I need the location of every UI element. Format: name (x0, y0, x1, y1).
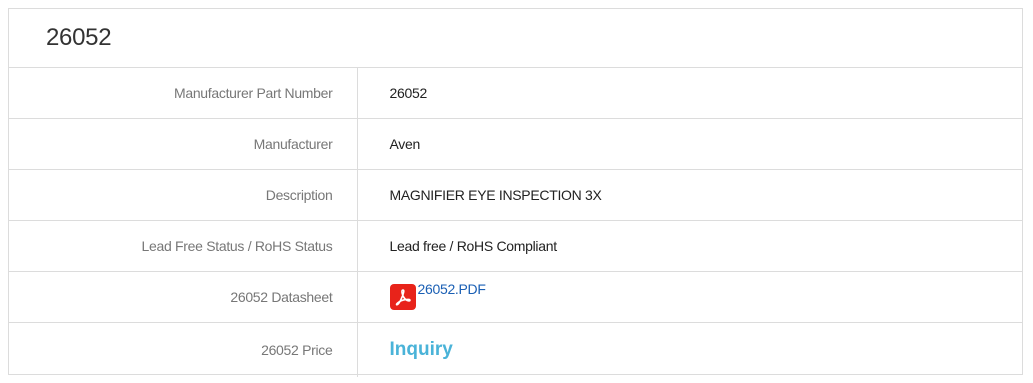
row-label-part-number: Manufacturer Part Number (9, 68, 358, 119)
table-row: Lead Free Status / RoHS Status Lead free… (9, 220, 1022, 272)
panel-header: 26052 (9, 9, 1022, 68)
table-row: Description MAGNIFIER EYE INSPECTION 3X (9, 169, 1022, 221)
part-title: 26052 (46, 24, 112, 51)
inquiry-link[interactable]: Inquiry (390, 339, 453, 360)
table-row: 26052 Datasheet 26052.PDF (9, 271, 1022, 323)
row-value-rohs-status: Lead free / RoHS Compliant (357, 220, 1022, 272)
datasheet-link-group[interactable]: 26052.PDF (389, 281, 486, 310)
row-label-price: 26052 Price (9, 322, 358, 377)
table-row: Manufacturer Aven (9, 118, 1022, 170)
row-value-manufacturer: Aven (357, 118, 1022, 170)
row-value-description: MAGNIFIER EYE INSPECTION 3X (357, 169, 1022, 221)
pdf-glyph-icon (395, 289, 411, 306)
datasheet-link[interactable]: 26052.PDF (418, 281, 486, 297)
table-row: Manufacturer Part Number 26052 (9, 68, 1022, 119)
row-label-manufacturer: Manufacturer (9, 118, 358, 170)
part-detail-panel: 26052 Manufacturer Part Number 26052 Man… (8, 8, 1023, 377)
row-label-rohs-status: Lead Free Status / RoHS Status (9, 220, 358, 272)
pdf-icon[interactable] (389, 284, 416, 310)
table-row: 26052 Price Inquiry (9, 322, 1022, 378)
row-value-price: Inquiry (357, 323, 1022, 378)
row-label-datasheet: 26052 Datasheet (9, 271, 358, 323)
row-label-description: Description (9, 169, 358, 221)
spec-table: Manufacturer Part Number 26052 Manufactu… (9, 68, 1022, 377)
row-value-datasheet: 26052.PDF (357, 271, 1022, 323)
row-value-part-number: 26052 (357, 68, 1022, 119)
